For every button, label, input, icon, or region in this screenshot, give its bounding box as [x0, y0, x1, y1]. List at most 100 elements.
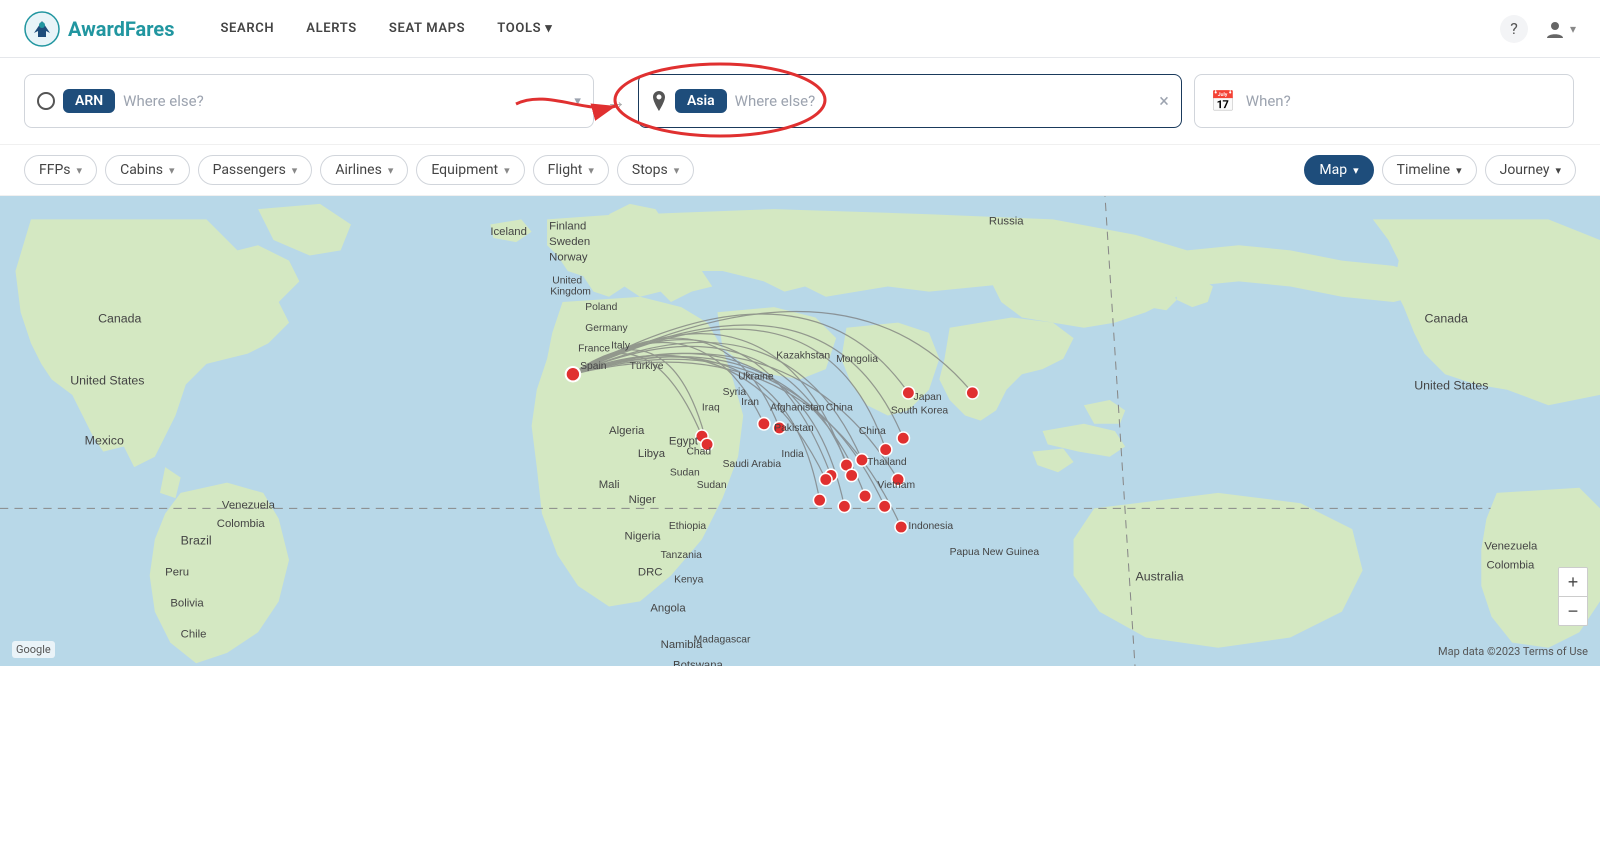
header-right: ? ▾	[1500, 15, 1576, 43]
tools-chevron-icon: ▾	[545, 21, 552, 36]
nav-seat-maps[interactable]: SEAT MAPS	[375, 13, 479, 44]
from-placeholder: Where else?	[123, 92, 204, 110]
airlines-chevron-icon: ▾	[388, 164, 394, 177]
svg-text:South Korea: South Korea	[891, 405, 949, 416]
filter-stops[interactable]: Stops ▾	[617, 155, 694, 185]
svg-text:Ethiopia: Ethiopia	[669, 521, 707, 532]
map-attribution: Google	[12, 641, 55, 658]
to-chip[interactable]: Asia	[675, 89, 727, 113]
svg-text:Venezuela: Venezuela	[222, 499, 276, 511]
svg-text:Nigeria: Nigeria	[625, 530, 662, 542]
filter-ffps[interactable]: FFPs ▾	[24, 155, 97, 185]
svg-text:Sweden: Sweden	[549, 236, 590, 248]
svg-text:France: France	[578, 344, 610, 355]
filter-airlines[interactable]: Airlines ▾	[320, 155, 408, 185]
view-timeline-button[interactable]: Timeline ▾	[1382, 155, 1477, 185]
user-icon	[1544, 18, 1566, 40]
svg-text:Angola: Angola	[650, 603, 686, 615]
nav-alerts[interactable]: ALERTS	[292, 13, 371, 44]
svg-text:Italy: Italy	[611, 340, 631, 351]
ffps-chevron-icon: ▾	[77, 164, 83, 177]
svg-text:Vietnam: Vietnam	[877, 480, 915, 491]
flight-chevron-icon: ▾	[588, 164, 594, 177]
filter-equipment[interactable]: Equipment ▾	[416, 155, 524, 185]
map-copyright: Map data ©2023 Terms of Use	[1438, 645, 1588, 658]
svg-text:Mali: Mali	[599, 479, 620, 491]
svg-text:Algeria: Algeria	[609, 425, 645, 437]
svg-text:Ukraine: Ukraine	[738, 371, 774, 382]
view-map-button[interactable]: Map ▾	[1304, 155, 1373, 185]
zoom-out-button[interactable]: −	[1559, 597, 1587, 625]
svg-text:Peru: Peru	[165, 567, 189, 579]
svg-text:Finland: Finland	[549, 221, 586, 233]
to-field[interactable]: Asia Where else? ×	[638, 74, 1182, 128]
logo-icon	[24, 11, 60, 47]
svg-text:United States: United States	[1414, 379, 1488, 393]
svg-text:Mexico: Mexico	[85, 433, 124, 447]
svg-text:Kenya: Kenya	[674, 575, 704, 586]
svg-text:Papua New Guinea: Papua New Guinea	[950, 547, 1040, 558]
svg-text:Egypt: Egypt	[669, 435, 699, 447]
svg-text:Iraq: Iraq	[702, 402, 720, 413]
svg-text:Indonesia: Indonesia	[908, 521, 953, 532]
svg-text:Poland: Poland	[585, 302, 617, 313]
svg-text:Mongolia: Mongolia	[836, 354, 878, 365]
svg-text:Niger: Niger	[629, 494, 656, 506]
zoom-in-button[interactable]: +	[1559, 568, 1587, 596]
svg-text:Spain: Spain	[580, 361, 607, 372]
user-menu[interactable]: ▾	[1544, 18, 1576, 40]
map-chevron-icon: ▾	[1353, 164, 1359, 177]
svg-text:Iceland: Iceland	[490, 226, 527, 238]
nav-tools[interactable]: TOOLS ▾	[483, 13, 566, 44]
svg-text:Kingdom: Kingdom	[550, 287, 591, 298]
location-pin-icon	[651, 91, 667, 111]
svg-text:Germany: Germany	[585, 323, 628, 334]
svg-text:Botswana: Botswana	[673, 659, 724, 666]
svg-text:Canada: Canada	[98, 312, 141, 326]
when-placeholder: When?	[1246, 92, 1291, 110]
svg-text:Türkiye: Türkiye	[630, 361, 664, 372]
svg-text:Colombia: Colombia	[1486, 559, 1535, 571]
stops-chevron-icon: ▾	[674, 164, 680, 177]
header: AwardFares SEARCH ALERTS SEAT MAPS TOOLS…	[0, 0, 1600, 58]
annotation-arrow	[506, 79, 626, 129]
svg-text:China: China	[826, 402, 853, 413]
svg-text:Sudan: Sudan	[670, 467, 700, 478]
when-field[interactable]: 📅 When?	[1194, 74, 1574, 128]
zoom-controls: + −	[1558, 567, 1588, 626]
svg-text:United States: United States	[70, 374, 144, 388]
world-map: Canada United States Mexico Brazil Peru …	[0, 196, 1600, 666]
search-row: ARN Where else? ▾ →	[24, 74, 1574, 128]
view-journey-button[interactable]: Journey ▾	[1485, 155, 1576, 185]
svg-text:Madagascar: Madagascar	[694, 635, 751, 646]
svg-text:Brazil: Brazil	[181, 534, 212, 548]
calendar-icon: 📅	[1211, 89, 1236, 113]
main-nav: SEARCH ALERTS SEAT MAPS TOOLS ▾	[206, 13, 1500, 44]
filter-bar: FFPs ▾ Cabins ▾ Passengers ▾ Airlines ▾ …	[0, 145, 1600, 196]
svg-text:Iran: Iran	[741, 397, 759, 408]
timeline-chevron-icon: ▾	[1456, 164, 1462, 177]
journey-chevron-icon: ▾	[1555, 164, 1561, 177]
map-container[interactable]: Canada United States Mexico Brazil Peru …	[0, 196, 1600, 666]
svg-text:Colombia: Colombia	[217, 518, 266, 530]
arrow-divider: →	[606, 89, 626, 114]
logo-text: AwardFares	[68, 17, 174, 41]
svg-text:Afghanistan: Afghanistan	[770, 402, 825, 413]
svg-text:Tanzania: Tanzania	[661, 550, 703, 561]
nav-search[interactable]: SEARCH	[206, 13, 288, 44]
from-chip[interactable]: ARN	[63, 89, 115, 113]
svg-text:India: India	[781, 449, 804, 460]
logo[interactable]: AwardFares	[24, 11, 174, 47]
filter-flight[interactable]: Flight ▾	[533, 155, 609, 185]
svg-text:Libya: Libya	[638, 448, 666, 460]
to-clear-button[interactable]: ×	[1159, 91, 1169, 112]
filter-passengers[interactable]: Passengers ▾	[198, 155, 313, 185]
help-icon[interactable]: ?	[1500, 15, 1528, 43]
filter-cabins[interactable]: Cabins ▾	[105, 155, 189, 185]
svg-text:Canada: Canada	[1425, 312, 1468, 326]
user-chevron-icon: ▾	[1570, 22, 1576, 36]
svg-text:Thailand: Thailand	[867, 457, 907, 468]
to-placeholder: Where else?	[735, 92, 816, 110]
svg-text:Kazakhstan: Kazakhstan	[776, 351, 830, 362]
svg-text:Chad: Chad	[686, 447, 711, 458]
